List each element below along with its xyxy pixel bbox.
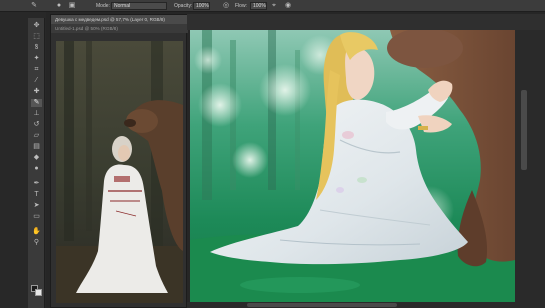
hand-icon[interactable]: ✋ xyxy=(31,228,42,236)
blur-icon[interactable]: ◆ xyxy=(31,154,42,162)
mode-label: Mode: xyxy=(96,3,110,9)
pressure-opacity-icon[interactable]: ◎ xyxy=(222,2,230,10)
main-document-rulers xyxy=(187,14,545,30)
healing-brush-icon[interactable]: ✚ xyxy=(31,88,42,96)
flow-label: Flow: xyxy=(235,3,247,9)
path-select-icon[interactable]: ➤ xyxy=(31,202,42,210)
brush-tool-icon[interactable]: ✎ xyxy=(30,2,38,10)
airbrush-icon[interactable]: ⌖ xyxy=(270,2,278,10)
pressure-size-icon[interactable]: ◉ xyxy=(284,2,292,10)
type-icon[interactable]: T xyxy=(31,191,42,199)
vertical-scrollbar[interactable] xyxy=(515,30,545,302)
brush-panel-icon[interactable]: ▣ xyxy=(68,2,76,10)
reference-document-tab[interactable]: Девушка с медведем.psd @ 57,7% (Layer 0,… xyxy=(51,15,188,24)
marquee-icon[interactable]: ⬚ xyxy=(31,33,42,41)
options-bar: ✎ ● ▣ Mode: Normal Opacity: 100% ◎ Flow:… xyxy=(0,0,545,12)
mode-select[interactable]: Normal xyxy=(111,2,167,10)
opacity-label: Opacity: xyxy=(174,3,193,9)
clone-stamp-icon[interactable]: ⊥ xyxy=(31,110,42,118)
gradient-icon[interactable]: ▤ xyxy=(31,143,42,151)
main-painting-canvas[interactable] xyxy=(190,30,515,302)
history-brush-icon[interactable]: ↺ xyxy=(31,121,42,129)
move-icon[interactable]: ✥ xyxy=(31,22,42,30)
eraser-icon[interactable]: ▱ xyxy=(31,132,42,140)
secondary-document-tab[interactable]: Untitled-1.psd @ 50% (RGB/8) xyxy=(51,24,188,33)
vertical-scroll-thumb[interactable] xyxy=(521,90,527,170)
photoshop-window: ✎ ● ▣ Mode: Normal Opacity: 100% ◎ Flow:… xyxy=(0,0,545,308)
eyedropper-icon[interactable]: ⁄ xyxy=(31,77,42,85)
lasso-icon[interactable]: ꝸ xyxy=(31,44,42,52)
flow-field[interactable]: 100% xyxy=(250,2,267,10)
horizontal-scrollbar[interactable] xyxy=(187,302,545,308)
brush-preset-icon[interactable]: ● xyxy=(55,2,63,10)
zoom-icon[interactable]: ⚲ xyxy=(31,239,42,247)
dodge-icon[interactable]: ● xyxy=(31,165,42,173)
brush-icon[interactable]: ✎ xyxy=(31,99,42,107)
shape-icon[interactable]: ▭ xyxy=(31,213,42,221)
reference-document-window[interactable]: Девушка с медведем.psd @ 57,7% (Layer 0,… xyxy=(50,14,188,308)
pen-icon[interactable]: ✒ xyxy=(31,180,42,188)
opacity-field[interactable]: 100% xyxy=(193,2,210,10)
tools-panel: ✥ ⬚ ꝸ ✦ ⌗ ⁄ ✚ ✎ ⊥ ↺ ▱ ▤ ◆ ● ✒ T ➤ ▭ ✋ ⚲ xyxy=(28,18,45,308)
reference-photo xyxy=(56,41,183,303)
crop-icon[interactable]: ⌗ xyxy=(31,66,42,74)
quick-select-icon[interactable]: ✦ xyxy=(31,55,42,63)
horizontal-scroll-thumb[interactable] xyxy=(247,303,397,307)
background-color-swatch[interactable] xyxy=(35,289,42,296)
